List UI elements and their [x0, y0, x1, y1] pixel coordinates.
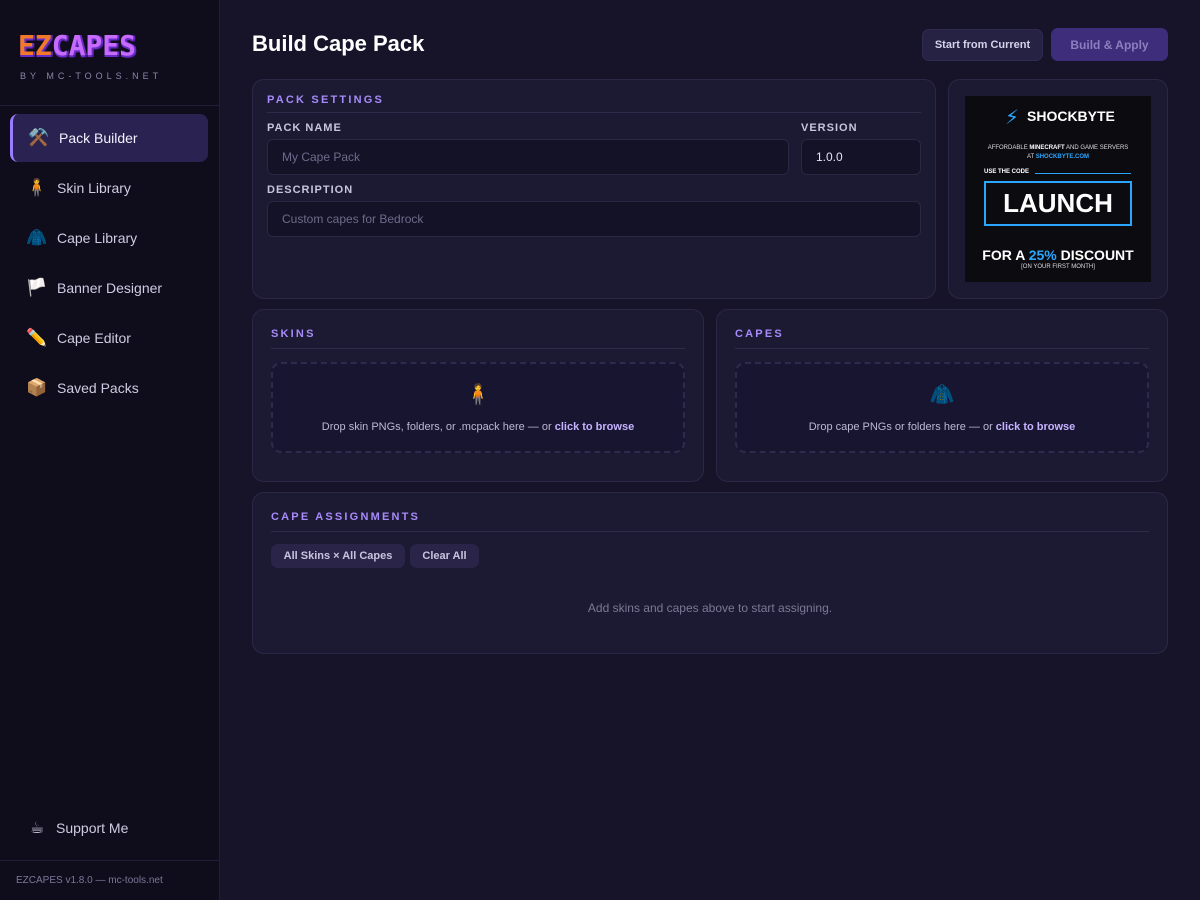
ad-tagline-bold: MINECRAFT — [1029, 145, 1065, 151]
version-footer: EZCAPES v1.8.0 — mc-tools.net — [0, 860, 220, 900]
cape-assignments-title: CAPE ASSIGNMENTS — [271, 511, 421, 523]
pack-name-label: PACK NAME — [267, 122, 342, 134]
page-title: Build Cape Pack — [252, 31, 425, 56]
assignments-empty-message: Add skins and capes above to start assig… — [587, 601, 833, 615]
description-input[interactable]: Custom capes for Bedrock — [267, 201, 921, 237]
sidebar-item-skin-library[interactable]: 🧍 Skin Library — [10, 164, 208, 212]
capes-drop-text: Drop cape PNGs or folders here — or clic… — [737, 421, 1147, 433]
divider — [267, 112, 921, 113]
capes-drop-hint: Drop cape PNGs or folders here — or — [808, 421, 996, 433]
build-and-apply-button[interactable]: Build & Apply — [1051, 28, 1168, 61]
ad-tagline: AFFORDABLE MINECRAFT AND GAME SERVERS AT… — [965, 144, 1151, 162]
sidebar-item-support-me[interactable]: ☕ Support Me — [10, 804, 209, 852]
description-label: DESCRIPTION — [267, 184, 354, 196]
divider — [271, 348, 685, 349]
skins-dropzone[interactable]: 🧍 Drop skin PNGs, folders, or .mcpack he… — [271, 362, 685, 453]
cape-assignments-card: CAPE ASSIGNMENTS All Skins × All Capes C… — [252, 492, 1168, 654]
logo-area: EZCAPES BY MC-TOOLS.NET — [0, 0, 219, 106]
ad-discount-pct: 25% — [1028, 247, 1057, 263]
skins-drop-text: Drop skin PNGs, folders, or .mcpack here… — [273, 421, 683, 433]
ad-promo-code: LAUNCH — [984, 181, 1132, 226]
logo-part-1: EZ — [18, 29, 52, 62]
ad-discount-post: DISCOUNT — [1056, 247, 1134, 263]
shockbyte-ad-banner[interactable]: ⚡ SHOCKBYTE AFFORDABLE MINECRAFT AND GAM… — [965, 96, 1151, 282]
sidebar-item-label: Skin Library — [57, 180, 131, 196]
ad-divider — [1035, 173, 1131, 174]
skins-title: SKINS — [271, 328, 316, 340]
sidebar: EZCAPES BY MC-TOOLS.NET ⚒️ Pack Builder … — [0, 0, 220, 900]
pencil-icon: ✏️ — [26, 328, 48, 347]
sidebar-item-label: Cape Editor — [57, 330, 131, 346]
white-flag-icon: 🏳️ — [26, 278, 48, 297]
person-icon: 🧍 — [465, 384, 491, 406]
sidebar-item-cape-editor[interactable]: ✏️ Cape Editor — [10, 314, 208, 362]
coffee-icon: ☕ — [29, 820, 45, 837]
sidebar-item-label: Cape Library — [57, 230, 138, 246]
pack-settings-card: PACK SETTINGS PACK NAME My Cape Pack VER… — [252, 79, 936, 299]
ad-discount: FOR A 25% DISCOUNT — [965, 247, 1151, 263]
ad-at: AT — [1026, 154, 1036, 160]
all-skins-all-capes-button[interactable]: All Skins × All Capes — [271, 544, 405, 568]
pack-name-input[interactable]: My Cape Pack — [267, 139, 789, 175]
sidebar-nav: ⚒️ Pack Builder 🧍 Skin Library 🧥 Cape Li… — [0, 106, 219, 412]
hammer-pick-icon: ⚒️ — [28, 128, 50, 147]
ad-tagline-pre: AFFORDABLE — [987, 145, 1030, 151]
divider — [271, 531, 1149, 532]
app-logo[interactable]: EZCAPES — [18, 32, 219, 60]
capes-dropzone[interactable]: 🧥 Drop cape PNGs or folders here — or cl… — [735, 362, 1149, 453]
ad-tagline-post: AND GAME SERVERS — [1064, 145, 1129, 151]
ad-brand: SHOCKBYTE — [1027, 108, 1115, 124]
clear-all-button[interactable]: Clear All — [410, 544, 479, 568]
person-icon: 🧍 — [26, 178, 48, 197]
ad-first-month: [ON YOUR FIRST MONTH] — [1021, 264, 1095, 270]
ad-discount-pre: FOR A — [982, 247, 1029, 263]
sidebar-item-saved-packs[interactable]: 📦 Saved Packs — [10, 364, 208, 412]
sidebar-item-pack-builder[interactable]: ⚒️ Pack Builder — [10, 114, 208, 162]
ad-use-code: USE THE CODE — [984, 169, 1030, 175]
skins-drop-hint: Drop skin PNGs, folders, or .mcpack here… — [321, 421, 555, 433]
version-label: VERSION — [801, 122, 858, 134]
capes-title: CAPES — [735, 328, 784, 340]
skins-card: SKINS 🧍 Drop skin PNGs, folders, or .mcp… — [252, 309, 704, 482]
logo-subtitle: BY MC-TOOLS.NET — [20, 71, 163, 81]
coat-icon: 🧥 — [26, 228, 48, 247]
start-from-current-button[interactable]: Start from Current — [922, 29, 1043, 61]
divider — [735, 348, 1149, 349]
capes-card: CAPES 🧥 Drop cape PNGs or folders here —… — [716, 309, 1168, 482]
logo-part-2: CAPES — [51, 29, 137, 62]
pack-settings-title: PACK SETTINGS — [267, 94, 385, 106]
lightning-bolt-icon: ⚡ — [1005, 107, 1020, 129]
coat-icon: 🧥 — [929, 384, 955, 406]
sidebar-item-cape-library[interactable]: 🧥 Cape Library — [10, 214, 208, 262]
sidebar-item-banner-designer[interactable]: 🏳️ Banner Designer — [10, 264, 208, 312]
sidebar-item-label: Saved Packs — [57, 380, 139, 396]
ad-url: SHOCKBYTE.COM — [1035, 154, 1090, 160]
sidebar-item-label: Banner Designer — [57, 280, 163, 296]
sidebar-item-label: Support Me — [56, 820, 129, 836]
version-input[interactable]: 1.0.0 — [801, 139, 921, 175]
skins-browse-link[interactable]: click to browse — [555, 421, 634, 433]
capes-browse-link[interactable]: click to browse — [996, 421, 1075, 433]
sidebar-item-label: Pack Builder — [59, 130, 138, 146]
package-icon: 📦 — [26, 378, 48, 397]
